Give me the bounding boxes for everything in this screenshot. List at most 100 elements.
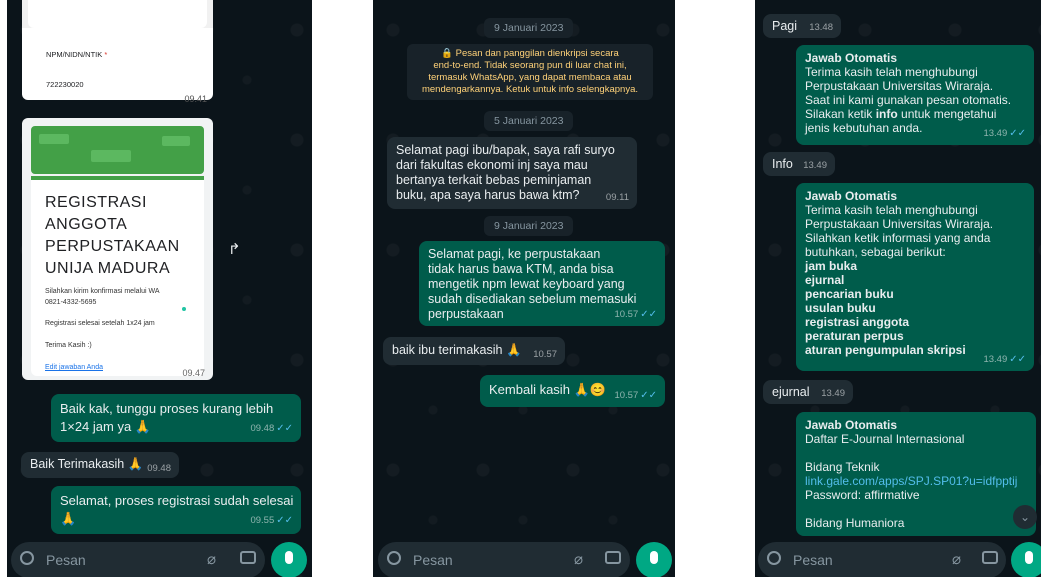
voice-message-button[interactable] xyxy=(271,542,307,577)
form-title-line: REGISTRASI xyxy=(45,194,147,211)
message-input-placeholder[interactable]: Pesan xyxy=(46,552,86,568)
chat-screen-ktm: 9 Januari 2023 🔒 Pesan dan panggilan die… xyxy=(373,0,675,577)
message-time: 10.57 xyxy=(533,349,557,360)
auto-reply-message[interactable]: Jawab Otomatis Terima kasih telah menghu… xyxy=(796,183,1034,371)
required-asterisk: * xyxy=(104,50,108,59)
camera-icon[interactable] xyxy=(240,551,256,564)
message-text: Perpustakaan Universitas Wiraraja. xyxy=(805,217,994,231)
camera-icon[interactable] xyxy=(605,551,621,564)
option-item: pencarian buku xyxy=(805,287,894,301)
notice-text: mendengarkannya. Ketuk untuk info seleng… xyxy=(421,84,638,95)
date-separator: 9 Januari 2023 xyxy=(484,18,574,38)
encryption-notice[interactable]: 🔒 Pesan dan panggilan dienkripsi secara … xyxy=(407,44,653,100)
message-text: untuk mengetahui xyxy=(897,107,997,121)
read-receipt-icon: ✓✓ xyxy=(1009,128,1026,139)
form-info: Terima Kasih :) xyxy=(45,342,92,349)
message-time: 13.48 xyxy=(809,22,833,33)
message-time: 09.55 xyxy=(250,515,275,526)
message-text: Saat ini kami gunakan pesan otomatis. xyxy=(805,93,1012,107)
option-item: peraturan perpus xyxy=(805,329,904,343)
form-title-line: ANGGOTA xyxy=(45,216,128,233)
message-text: baik ibu terimakasih 🙏 xyxy=(392,343,522,357)
keyword-text: info xyxy=(875,107,898,121)
mic-icon xyxy=(650,551,658,564)
emoji-icon[interactable] xyxy=(767,551,781,565)
emoji-icon[interactable] xyxy=(20,551,34,565)
message-time: 09.47 xyxy=(182,368,205,378)
camera-icon[interactable] xyxy=(982,551,998,564)
scroll-down-icon[interactable]: ⌄ xyxy=(1013,505,1037,529)
option-item: registrasi anggota xyxy=(805,315,910,329)
message-time: 13.49 xyxy=(983,354,1008,365)
message-outgoing[interactable]: Kembali kasih 🙏😊 10.57 ✓✓ xyxy=(480,375,665,407)
date-separator: 9 Januari 2023 xyxy=(484,216,574,236)
message-text: Info xyxy=(772,157,793,171)
auto-reply-message[interactable]: Jawab Otomatis Daftar E-Journal Internas… xyxy=(796,412,1036,536)
voice-message-button[interactable] xyxy=(636,542,672,577)
message-time: 13.49 xyxy=(803,160,827,171)
message-composer[interactable]: Pesan ⌀ xyxy=(11,542,265,577)
message-text: ejurnal xyxy=(772,385,810,399)
message-incoming[interactable]: Info 13.49 xyxy=(763,152,835,176)
message-outgoing[interactable]: Selamat, proses registrasi sudah selesai… xyxy=(51,486,301,534)
message-outgoing[interactable]: Baik kak, tunggu proses kurang lebih 1×2… xyxy=(51,394,301,442)
chat-screen-registration: NPM/NIDN/NTIK * 722230020 09.41 REGISTRA… xyxy=(7,0,312,577)
read-receipt-icon: ✓✓ xyxy=(276,515,293,526)
auto-reply-message[interactable]: Jawab Otomatis Terima kasih telah menghu… xyxy=(796,45,1034,145)
message-text: Pagi xyxy=(772,19,798,33)
auto-reply-title: Jawab Otomatis xyxy=(805,418,898,432)
journal-link[interactable]: link.gale.com/apps/SPJ.SP01?u=idfpptij xyxy=(805,474,1028,488)
message-incoming[interactable]: Selamat pagi ibu/bapak, saya rafi suryo … xyxy=(387,137,637,209)
option-item: usulan buku xyxy=(805,301,876,315)
message-time: 09.11 xyxy=(605,192,629,203)
read-receipt-icon: ✓✓ xyxy=(1009,354,1026,365)
message-incoming[interactable]: Baik Terimakasih 🙏 09.48 xyxy=(21,452,179,478)
message-text: Selamat pagi ibu/bapak, saya rafi suryo xyxy=(396,143,615,157)
message-time: 10.57 xyxy=(614,309,639,320)
attachment-icon[interactable]: ⌀ xyxy=(952,550,961,568)
edit-response-link[interactable]: Edit jawaban Anda xyxy=(45,364,103,371)
form-field-label: NPM/NIDN/NTIK xyxy=(46,50,103,59)
form-info: Silahkan kirim konfirmasi melalui WA xyxy=(45,288,160,295)
message-incoming[interactable]: Pagi 13.48 xyxy=(763,14,841,38)
message-composer[interactable]: Pesan ⌀ xyxy=(378,542,630,577)
notice-text: termasuk WhatsApp, yang dapat membaca at… xyxy=(428,72,632,83)
forward-icon[interactable]: ↱ xyxy=(228,240,241,258)
option-item: ejurnal xyxy=(805,273,845,287)
message-input-placeholder[interactable]: Pesan xyxy=(793,552,833,568)
message-time: 09.48 xyxy=(250,423,275,434)
message-time: 13.49 xyxy=(821,388,845,399)
message-incoming[interactable]: ejurnal 13.49 xyxy=(763,380,853,404)
message-text: butuhkan, sebagai berikut: xyxy=(805,245,946,259)
message-text: dari fakultas ekonomi inj saya mau xyxy=(396,158,588,172)
message-text: Kembali kasih 🙏😊 xyxy=(489,382,606,397)
mic-icon xyxy=(285,551,293,564)
form-title-line: PERPUSTAKAAN xyxy=(45,238,180,255)
message-text: mengetik npm lewat keyboard yang xyxy=(428,277,625,291)
option-item: jam buka xyxy=(805,259,858,273)
voice-message-button[interactable] xyxy=(1011,542,1041,577)
form-header-image xyxy=(31,126,204,174)
message-composer[interactable]: Pesan ⌀ xyxy=(758,542,1006,577)
read-receipt-icon: ✓✓ xyxy=(640,390,657,401)
registration-form-card[interactable]: REGISTRASI ANGGOTA PERPUSTAKAAN UNIJA MA… xyxy=(22,118,213,380)
message-text: sudah disediakan sebelum memasuki xyxy=(428,292,637,306)
message-outgoing[interactable]: Selamat pagi, ke perpustakaan tidak haru… xyxy=(419,241,665,326)
form-response-card[interactable]: NPM/NIDN/NTIK * 722230020 09.41 xyxy=(22,0,213,104)
attachment-icon[interactable]: ⌀ xyxy=(574,550,583,568)
message-text: Silakan ketik xyxy=(805,107,876,121)
emoji-icon[interactable] xyxy=(387,551,401,565)
attachment-icon[interactable]: ⌀ xyxy=(207,550,216,568)
mic-icon xyxy=(1025,551,1033,564)
date-separator: 5 Januari 2023 xyxy=(484,111,574,131)
message-text: Selamat, proses registrasi sudah selesai xyxy=(60,493,294,508)
message-text: Selamat pagi, ke perpustakaan xyxy=(428,247,601,261)
message-incoming[interactable]: baik ibu terimakasih 🙏 10.57 xyxy=(383,337,565,365)
message-input-placeholder[interactable]: Pesan xyxy=(413,552,453,568)
message-text: Terima kasih telah menghubungi xyxy=(805,203,978,217)
message-text: Daftar E-Journal Internasional xyxy=(805,432,965,446)
message-text: bertanya terkait bebas peminjaman xyxy=(396,173,592,187)
message-text: Silahkan ketik informasi yang anda xyxy=(805,231,991,245)
message-text: Perpustakaan Universitas Wiraraja. xyxy=(805,79,994,93)
section-heading: Bidang Humaniora xyxy=(805,516,905,530)
